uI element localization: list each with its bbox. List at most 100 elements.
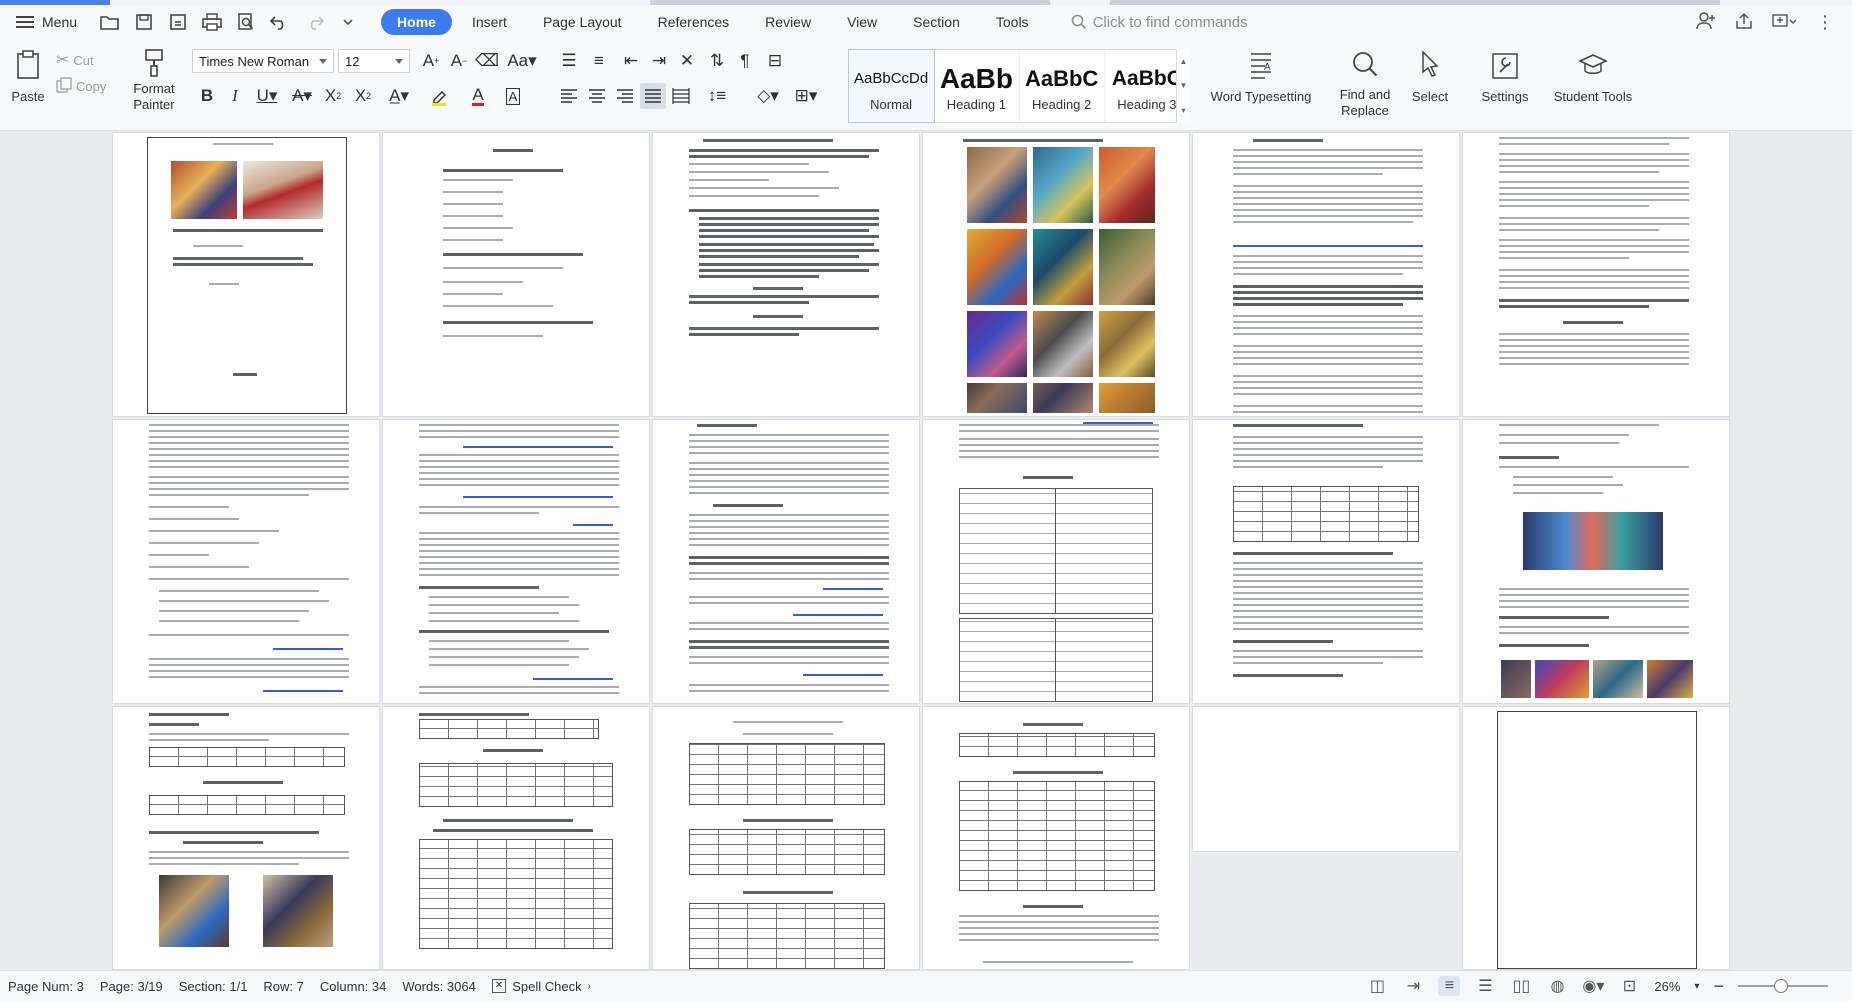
document-page-7[interactable]: [112, 419, 380, 704]
sort-icon[interactable]: ⇅: [704, 48, 730, 74]
italic-icon[interactable]: I: [222, 83, 248, 109]
decrease-indent-icon[interactable]: ⇤: [618, 48, 644, 74]
superscript-icon[interactable]: X2: [320, 83, 346, 109]
document-page-13[interactable]: [112, 706, 380, 970]
style-heading-2[interactable]: AaBbC Heading 2: [1020, 50, 1105, 122]
save-as-icon[interactable]: [163, 8, 193, 36]
expand-styles-icon[interactable]: ▾: [1181, 106, 1185, 115]
page-num-status[interactable]: Page Num: 3: [0, 979, 92, 994]
find-replace-button[interactable]: Find and Replace: [1334, 47, 1396, 119]
change-case-icon[interactable]: Aa▾: [504, 48, 540, 74]
borders-icon[interactable]: ⊞▾: [790, 83, 822, 109]
increase-font-icon[interactable]: A +: [418, 48, 444, 74]
sync-chevron-icon[interactable]: [1772, 12, 1798, 33]
increase-indent-icon[interactable]: ⇥: [646, 48, 672, 74]
reading-mode-icon[interactable]: ▯▯: [1510, 976, 1532, 996]
customize-chevron-down-icon[interactable]: [333, 8, 363, 36]
document-page-6[interactable]: [1462, 132, 1730, 417]
zoom-dropdown-chevron-icon[interactable]: ▾: [1694, 981, 1699, 992]
fit-page-icon[interactable]: ⊡: [1618, 976, 1640, 996]
page-status[interactable]: Page: 3/19: [92, 979, 171, 994]
tab-home[interactable]: Home: [381, 9, 452, 35]
tab-tools[interactable]: Tools: [980, 9, 1045, 35]
print-preview-icon[interactable]: [231, 8, 261, 36]
font-name-select[interactable]: Times New Roman: [192, 49, 334, 73]
align-left-icon[interactable]: [556, 83, 582, 109]
tab-references[interactable]: References: [642, 9, 746, 35]
decrease-font-icon[interactable]: A −: [446, 48, 472, 74]
word-typesetting-button[interactable]: A Word Typesetting: [1206, 47, 1316, 105]
highlight-icon[interactable]: [424, 83, 456, 109]
eye-protection-icon[interactable]: ◉▾: [1582, 976, 1604, 996]
style-normal[interactable]: AaBbCcDd Normal: [847, 49, 936, 123]
shading-icon[interactable]: ◇▾: [752, 83, 784, 109]
document-page-16[interactable]: [922, 706, 1190, 970]
word-count-status[interactable]: Words: 3064: [394, 979, 483, 994]
zoom-out-icon[interactable]: −: [1713, 976, 1724, 997]
protect-document-icon[interactable]: ⇥: [1402, 976, 1424, 996]
styles-gallery-scroll[interactable]: ▲ ▼ ▾: [1176, 49, 1190, 123]
print-icon[interactable]: [197, 8, 227, 36]
document-page-9[interactable]: [652, 419, 920, 704]
chevron-up-icon[interactable]: ▲: [1180, 57, 1188, 66]
document-canvas[interactable]: [0, 132, 1852, 970]
section-status[interactable]: Section: 1/1: [171, 979, 256, 994]
subscript-icon[interactable]: X2: [350, 83, 376, 109]
outline-view-icon[interactable]: ☰: [1474, 976, 1496, 996]
menu-button[interactable]: Menu: [0, 8, 89, 36]
character-border-icon[interactable]: A: [500, 83, 526, 109]
document-page-14[interactable]: [382, 706, 650, 970]
document-page-8[interactable]: [382, 419, 650, 704]
align-center-icon[interactable]: [584, 83, 610, 109]
align-right-icon[interactable]: [612, 83, 638, 109]
document-page-15[interactable]: [652, 706, 920, 970]
paste-button[interactable]: Paste: [8, 47, 48, 105]
distributed-align-icon[interactable]: [668, 83, 694, 109]
web-layout-icon[interactable]: ◍: [1546, 976, 1568, 996]
justify-icon[interactable]: [640, 83, 666, 109]
tab-review[interactable]: Review: [749, 9, 827, 35]
style-heading-1[interactable]: AaBb Heading 1: [934, 50, 1020, 122]
more-options-icon[interactable]: ⋮: [1816, 12, 1834, 33]
student-tools-button[interactable]: Student Tools: [1550, 47, 1636, 105]
numbering-icon[interactable]: ≡: [586, 48, 612, 74]
bold-icon[interactable]: B: [194, 83, 220, 109]
document-page-18[interactable]: [1462, 706, 1730, 970]
undo-icon[interactable]: [265, 8, 295, 36]
format-painter-button[interactable]: Format Painter: [128, 45, 180, 113]
open-folder-icon[interactable]: [95, 8, 125, 36]
document-page-5[interactable]: [1192, 132, 1460, 417]
document-page-3[interactable]: [652, 132, 920, 417]
underline-icon[interactable]: U▾: [250, 83, 284, 109]
zoom-level[interactable]: 26%: [1654, 979, 1680, 994]
font-size-select[interactable]: 12: [338, 49, 410, 73]
strikethrough-icon[interactable]: A▾: [286, 83, 318, 109]
document-page-17[interactable]: [1192, 706, 1460, 852]
chinese-layout-icon[interactable]: ✕: [674, 48, 700, 74]
effects-icon[interactable]: A̲▾: [382, 83, 416, 109]
tab-section[interactable]: Section: [897, 9, 976, 35]
settings-button[interactable]: Settings: [1474, 47, 1536, 105]
command-search[interactable]: Click to find commands: [1071, 14, 1248, 31]
document-page-4[interactable]: [922, 132, 1190, 417]
clear-format-eraser-icon[interactable]: ⌫: [474, 48, 500, 74]
save-icon[interactable]: [129, 8, 159, 36]
zoom-slider-handle[interactable]: [1774, 979, 1788, 993]
redo-icon[interactable]: [299, 8, 329, 36]
document-page-10[interactable]: [922, 419, 1190, 704]
paragraph-mark-icon[interactable]: ¶: [732, 48, 758, 74]
tab-stops-icon[interactable]: ⊟: [762, 48, 788, 74]
font-color-icon[interactable]: A: [462, 83, 494, 109]
document-page-2[interactable]: [382, 132, 650, 417]
tab-page-layout[interactable]: Page Layout: [527, 9, 638, 35]
tab-view[interactable]: View: [831, 9, 893, 35]
document-page-12[interactable]: [1462, 419, 1730, 704]
line-spacing-icon[interactable]: ↕≡: [700, 83, 734, 109]
chevron-down-icon[interactable]: ▼: [1180, 81, 1188, 90]
copy-button[interactable]: Copy: [56, 77, 106, 96]
focus-mode-icon[interactable]: ◫: [1366, 976, 1388, 996]
document-page-1[interactable]: [112, 132, 380, 417]
spell-check-button[interactable]: ✕ Spell Check ›: [484, 979, 599, 994]
select-button[interactable]: Select: [1400, 47, 1460, 105]
bullets-icon[interactable]: ☰: [556, 48, 582, 74]
